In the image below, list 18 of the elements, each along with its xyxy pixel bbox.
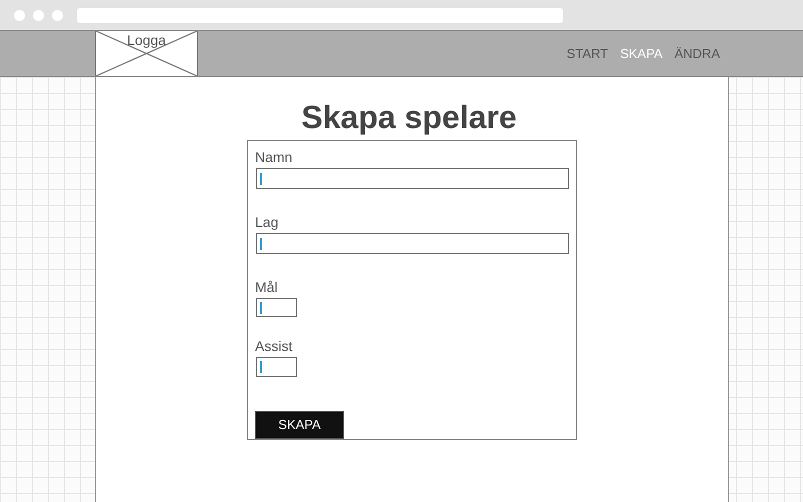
page-title: Skapa spelare [301, 98, 517, 137]
nav-link[interactable]: START [566, 44, 608, 64]
text-cursor-icon [260, 302, 262, 314]
submit-button[interactable]: SKAPA [255, 410, 344, 439]
logo-text: Logga [126, 31, 167, 49]
input-field[interactable] [256, 357, 297, 377]
field-label: Namn [255, 148, 294, 166]
nav-link[interactable]: SKAPA [620, 44, 662, 64]
field-label: Mål [255, 278, 279, 296]
input-field[interactable] [256, 233, 569, 254]
text-cursor-icon [260, 172, 262, 185]
text-cursor-icon [260, 238, 262, 250]
field-label: Lag [255, 213, 280, 232]
text-cursor-icon [260, 361, 262, 374]
input-field[interactable] [256, 298, 297, 318]
nav-link[interactable]: ÄNDRA [674, 44, 720, 64]
input-field[interactable] [256, 168, 569, 190]
field-label: Assist [255, 337, 294, 356]
